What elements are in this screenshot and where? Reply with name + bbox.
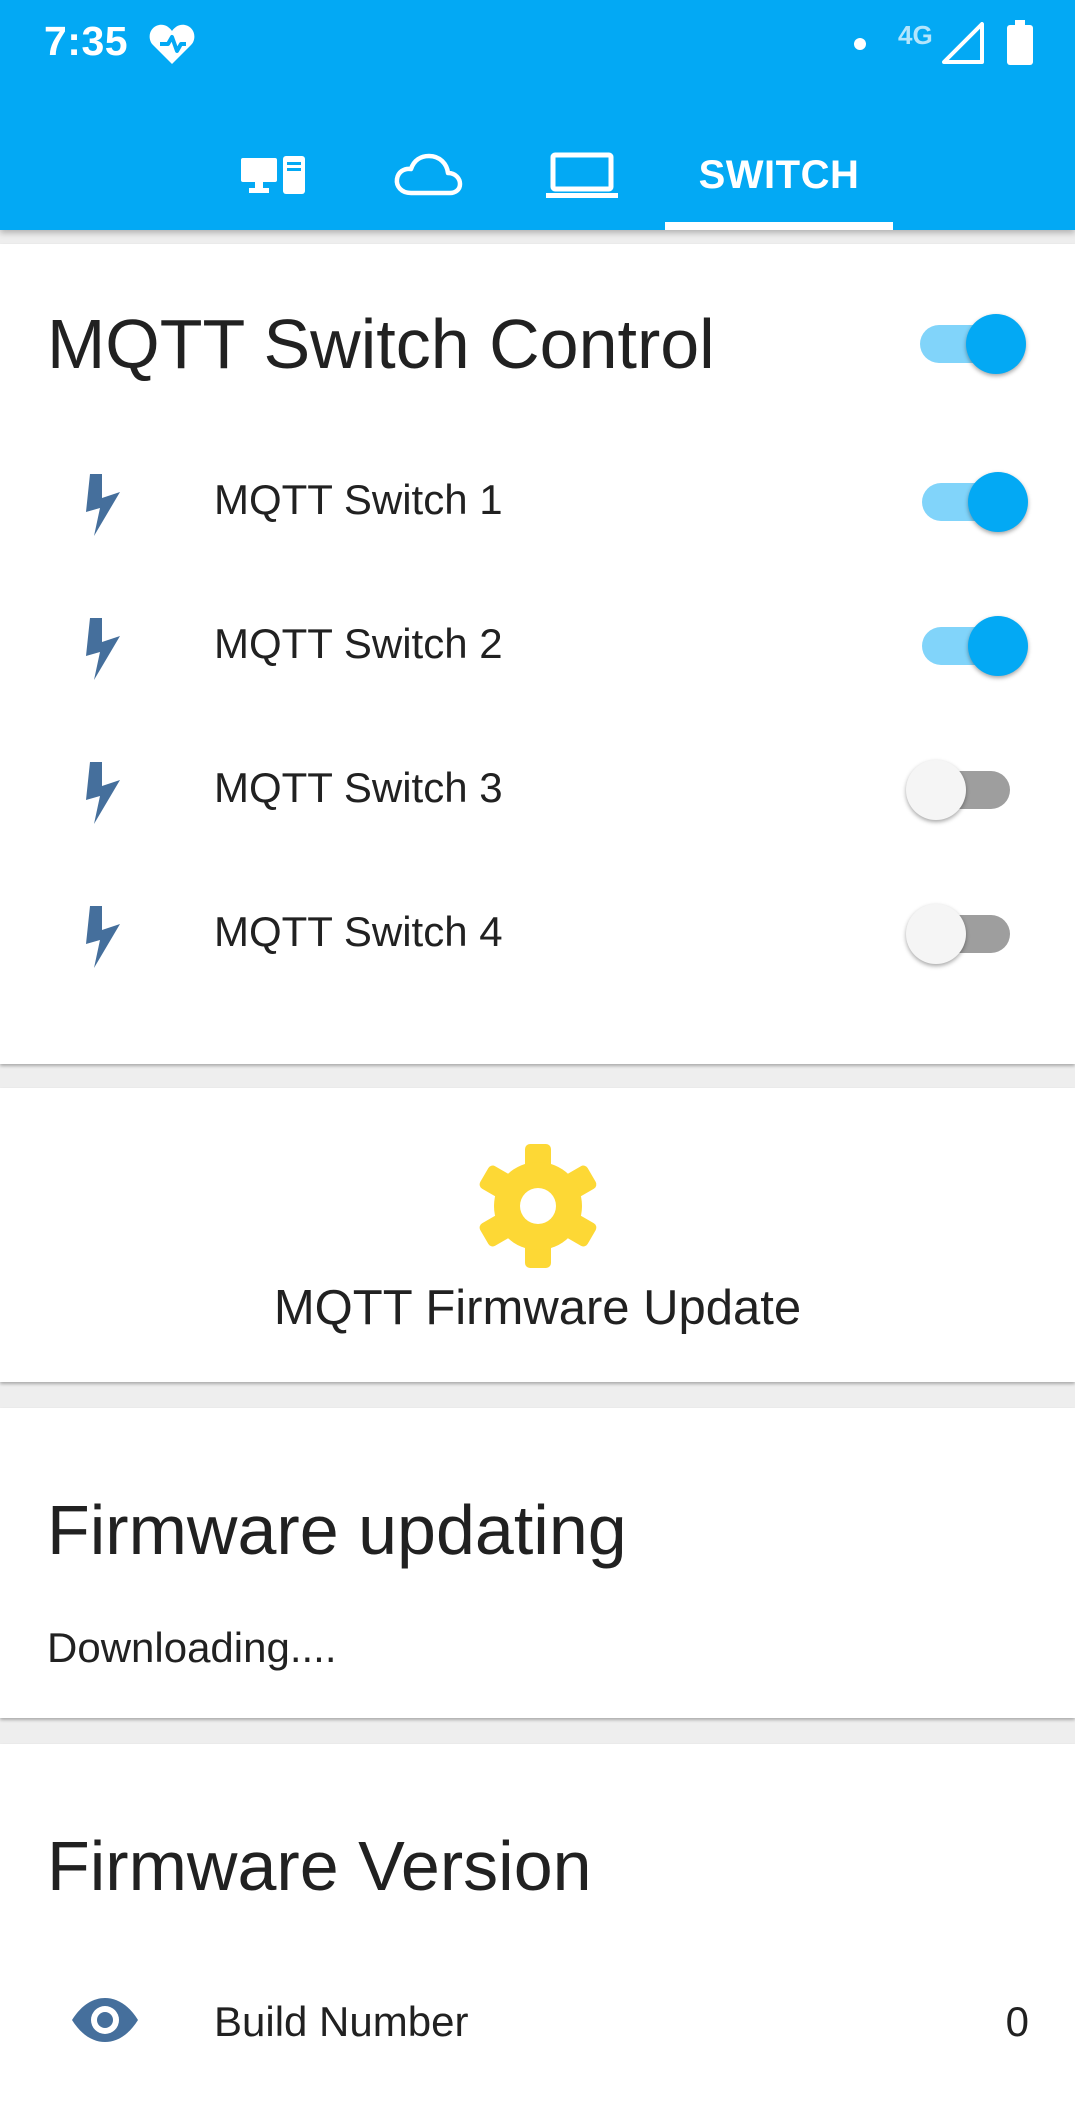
flash-icon: [86, 762, 120, 824]
tab-bar: SWITCH: [0, 120, 1075, 230]
switch-thumb: [906, 760, 966, 820]
switch-2-label: MQTT Switch 2: [214, 620, 503, 667]
switch-control-card: MQTT Switch Control MQTT Switch 1 MQTT S…: [0, 244, 1075, 1064]
flash-icon: [86, 906, 120, 968]
switch-1-label: MQTT Switch 1: [214, 476, 503, 523]
switch-4-label: MQTT Switch 4: [214, 908, 503, 955]
switch-3-toggle[interactable]: [906, 758, 1020, 822]
tab-switch-label: SWITCH: [698, 152, 860, 197]
switch-3-label: MQTT Switch 3: [214, 764, 503, 811]
firmware-version-title: Firmware Version: [47, 1827, 592, 1905]
signal-icon: [942, 22, 984, 64]
flash-icon: [86, 618, 120, 680]
switch-2-toggle[interactable]: [914, 614, 1028, 678]
firmware-status-card: Firmware updating Downloading....: [0, 1408, 1075, 1718]
network-type-label: 4G: [898, 20, 933, 50]
card-title: MQTT Switch Control: [47, 305, 715, 383]
switch-1-toggle[interactable]: [914, 470, 1028, 534]
eye-icon: [72, 1998, 138, 2042]
laptop-icon: [546, 152, 618, 198]
app-bar: 7:35 4G SWITCH: [0, 0, 1075, 230]
master-switch-toggle[interactable]: [912, 312, 1026, 376]
switch-thumb: [966, 314, 1026, 374]
gear-icon[interactable]: [474, 1142, 602, 1270]
tab-cloud[interactable]: [366, 120, 490, 230]
battery-icon: [1007, 20, 1033, 65]
build-number-value: 0: [1005, 1998, 1029, 2045]
cloud-icon: [394, 153, 463, 196]
switch-thumb: [968, 472, 1028, 532]
firmware-update-label[interactable]: MQTT Firmware Update: [0, 1280, 1075, 1336]
firmware-status-title: Firmware updating: [47, 1491, 627, 1569]
build-number-label: Build Number: [214, 1998, 469, 2045]
status-time: 7:35: [44, 18, 129, 64]
flash-icon: [86, 474, 120, 536]
firmware-version-card: Firmware Version Build Number 0: [0, 1744, 1075, 2124]
heart-check-icon: [149, 24, 195, 65]
notification-dot-icon: [854, 38, 866, 50]
tab-indicator: [665, 222, 893, 230]
firmware-status-message: Downloading....: [47, 1624, 337, 1671]
tab-devices[interactable]: [212, 120, 336, 230]
switch-4-toggle[interactable]: [906, 902, 1020, 966]
tab-laptop[interactable]: [520, 120, 644, 230]
switch-thumb: [968, 616, 1028, 676]
devices-icon: [241, 156, 305, 194]
tab-switch[interactable]: SWITCH: [665, 120, 893, 230]
switch-thumb: [906, 904, 966, 964]
